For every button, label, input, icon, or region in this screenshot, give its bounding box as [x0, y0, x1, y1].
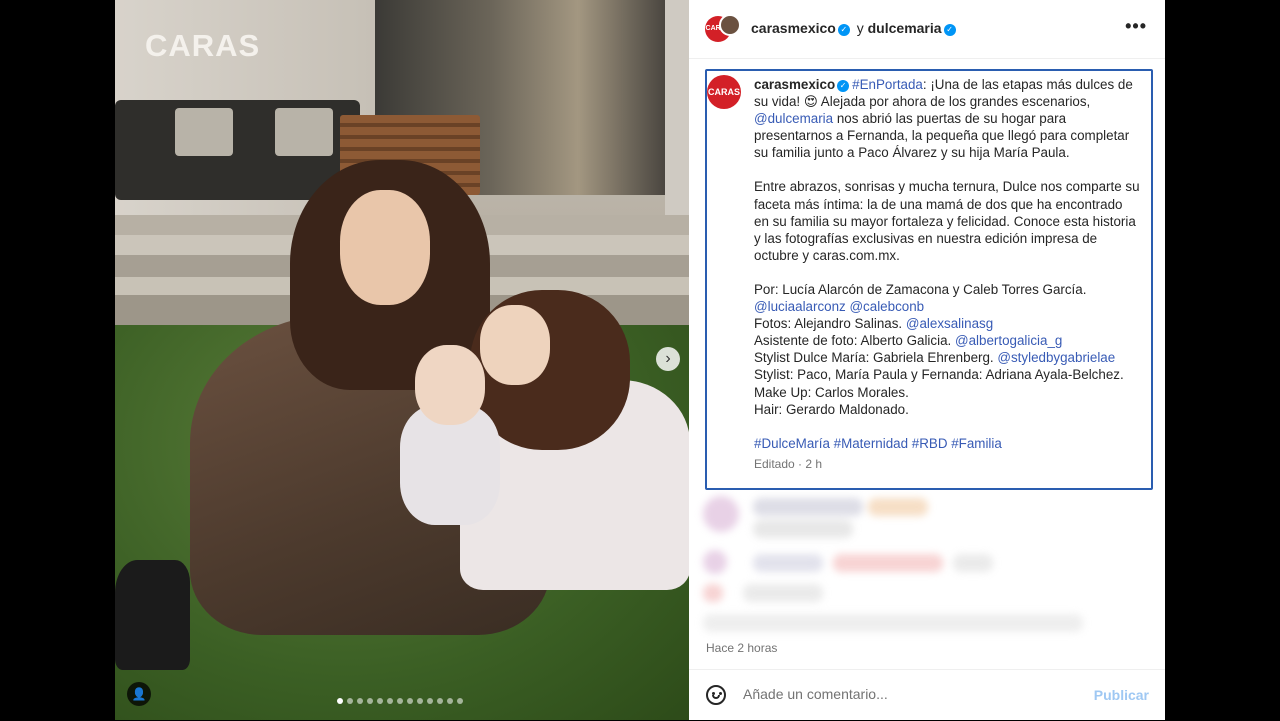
carousel-dot [387, 698, 393, 704]
carousel-indicator [337, 698, 463, 704]
caption-paragraph-2: Entre abrazos, sonrisas y mucha ternura,… [754, 179, 1140, 263]
post-time: Hace 2 horas [706, 641, 778, 655]
carousel-dot [417, 698, 423, 704]
caption-author[interactable]: carasmexico [754, 77, 835, 92]
hashtag-enportada[interactable]: #EnPortada [852, 77, 923, 92]
chevron-right-icon[interactable]: › [656, 347, 680, 371]
verified-badge-icon: ✓ [837, 24, 850, 36]
blurred-comments [703, 496, 1153, 636]
caption-text: carasmexico ✓ #EnPortada: ¡Una de las etap… [754, 76, 1140, 452]
carousel-dot [407, 698, 413, 704]
post-side-panel: CARAS carasmexico ✓ y dulcemaria ✓ ••• CAR… [689, 0, 1165, 720]
mention-authors[interactable]: @luciaalarconz @calebconb [754, 299, 924, 314]
caption-box: CARAS carasmexico ✓ #EnPortada: ¡Una de la… [705, 69, 1153, 490]
more-options-icon[interactable]: ••• [1125, 16, 1147, 37]
carousel-dot [347, 698, 353, 704]
publish-button[interactable]: Publicar [1094, 687, 1149, 703]
verified-badge-icon: ✓ [837, 80, 850, 92]
mention-stylist[interactable]: @styledbygabrielae [997, 350, 1115, 365]
carousel-dot [357, 698, 363, 704]
carousel-dot [447, 698, 453, 704]
carousel-dot [427, 698, 433, 704]
post-header: CARAS carasmexico ✓ y dulcemaria ✓ ••• [689, 0, 1165, 59]
verified-badge-icon: ✓ [943, 24, 956, 36]
caption-hashtags[interactable]: #DulceMaría #Maternidad #RBD #Familia [754, 435, 1140, 452]
comment-bar: Publicar [689, 669, 1165, 721]
carousel-dot [367, 698, 373, 704]
caption-author-avatar[interactable]: CARAS [707, 75, 741, 109]
tagged-user-icon[interactable]: 👤 [127, 682, 151, 706]
carousel-dot [337, 698, 343, 704]
mention-dulcemaria[interactable]: @dulcemaria [754, 111, 833, 126]
carousel-dot [377, 698, 383, 704]
collaborator-avatar[interactable] [719, 14, 741, 36]
emoji-icon[interactable] [706, 685, 726, 705]
collaborator-username[interactable]: dulcemaria [868, 20, 942, 36]
mention-photographer[interactable]: @alexsalinasg [906, 316, 993, 331]
comment-input[interactable] [743, 686, 1063, 702]
edited-timestamp: Editado · 2 h [754, 457, 823, 471]
authors-connector: y [856, 20, 864, 36]
carousel-dot [437, 698, 443, 704]
caption-credits: Por: Lucía Alarcón de Zamacona y Caleb T… [754, 281, 1124, 417]
post-image[interactable]: CARAS › 👤 [115, 0, 689, 720]
mention-assistant[interactable]: @albertogalicia_g [955, 333, 1062, 348]
post-authors: carasmexico ✓ y dulcemaria ✓ [751, 20, 959, 36]
carousel-dot [397, 698, 403, 704]
caras-logo: CARAS [145, 28, 261, 63]
author-username[interactable]: carasmexico [751, 20, 836, 36]
caption-paragraph-1: carasmexico ✓ #EnPortada: ¡Una de las etap… [754, 77, 1133, 161]
carousel-dot [457, 698, 463, 704]
